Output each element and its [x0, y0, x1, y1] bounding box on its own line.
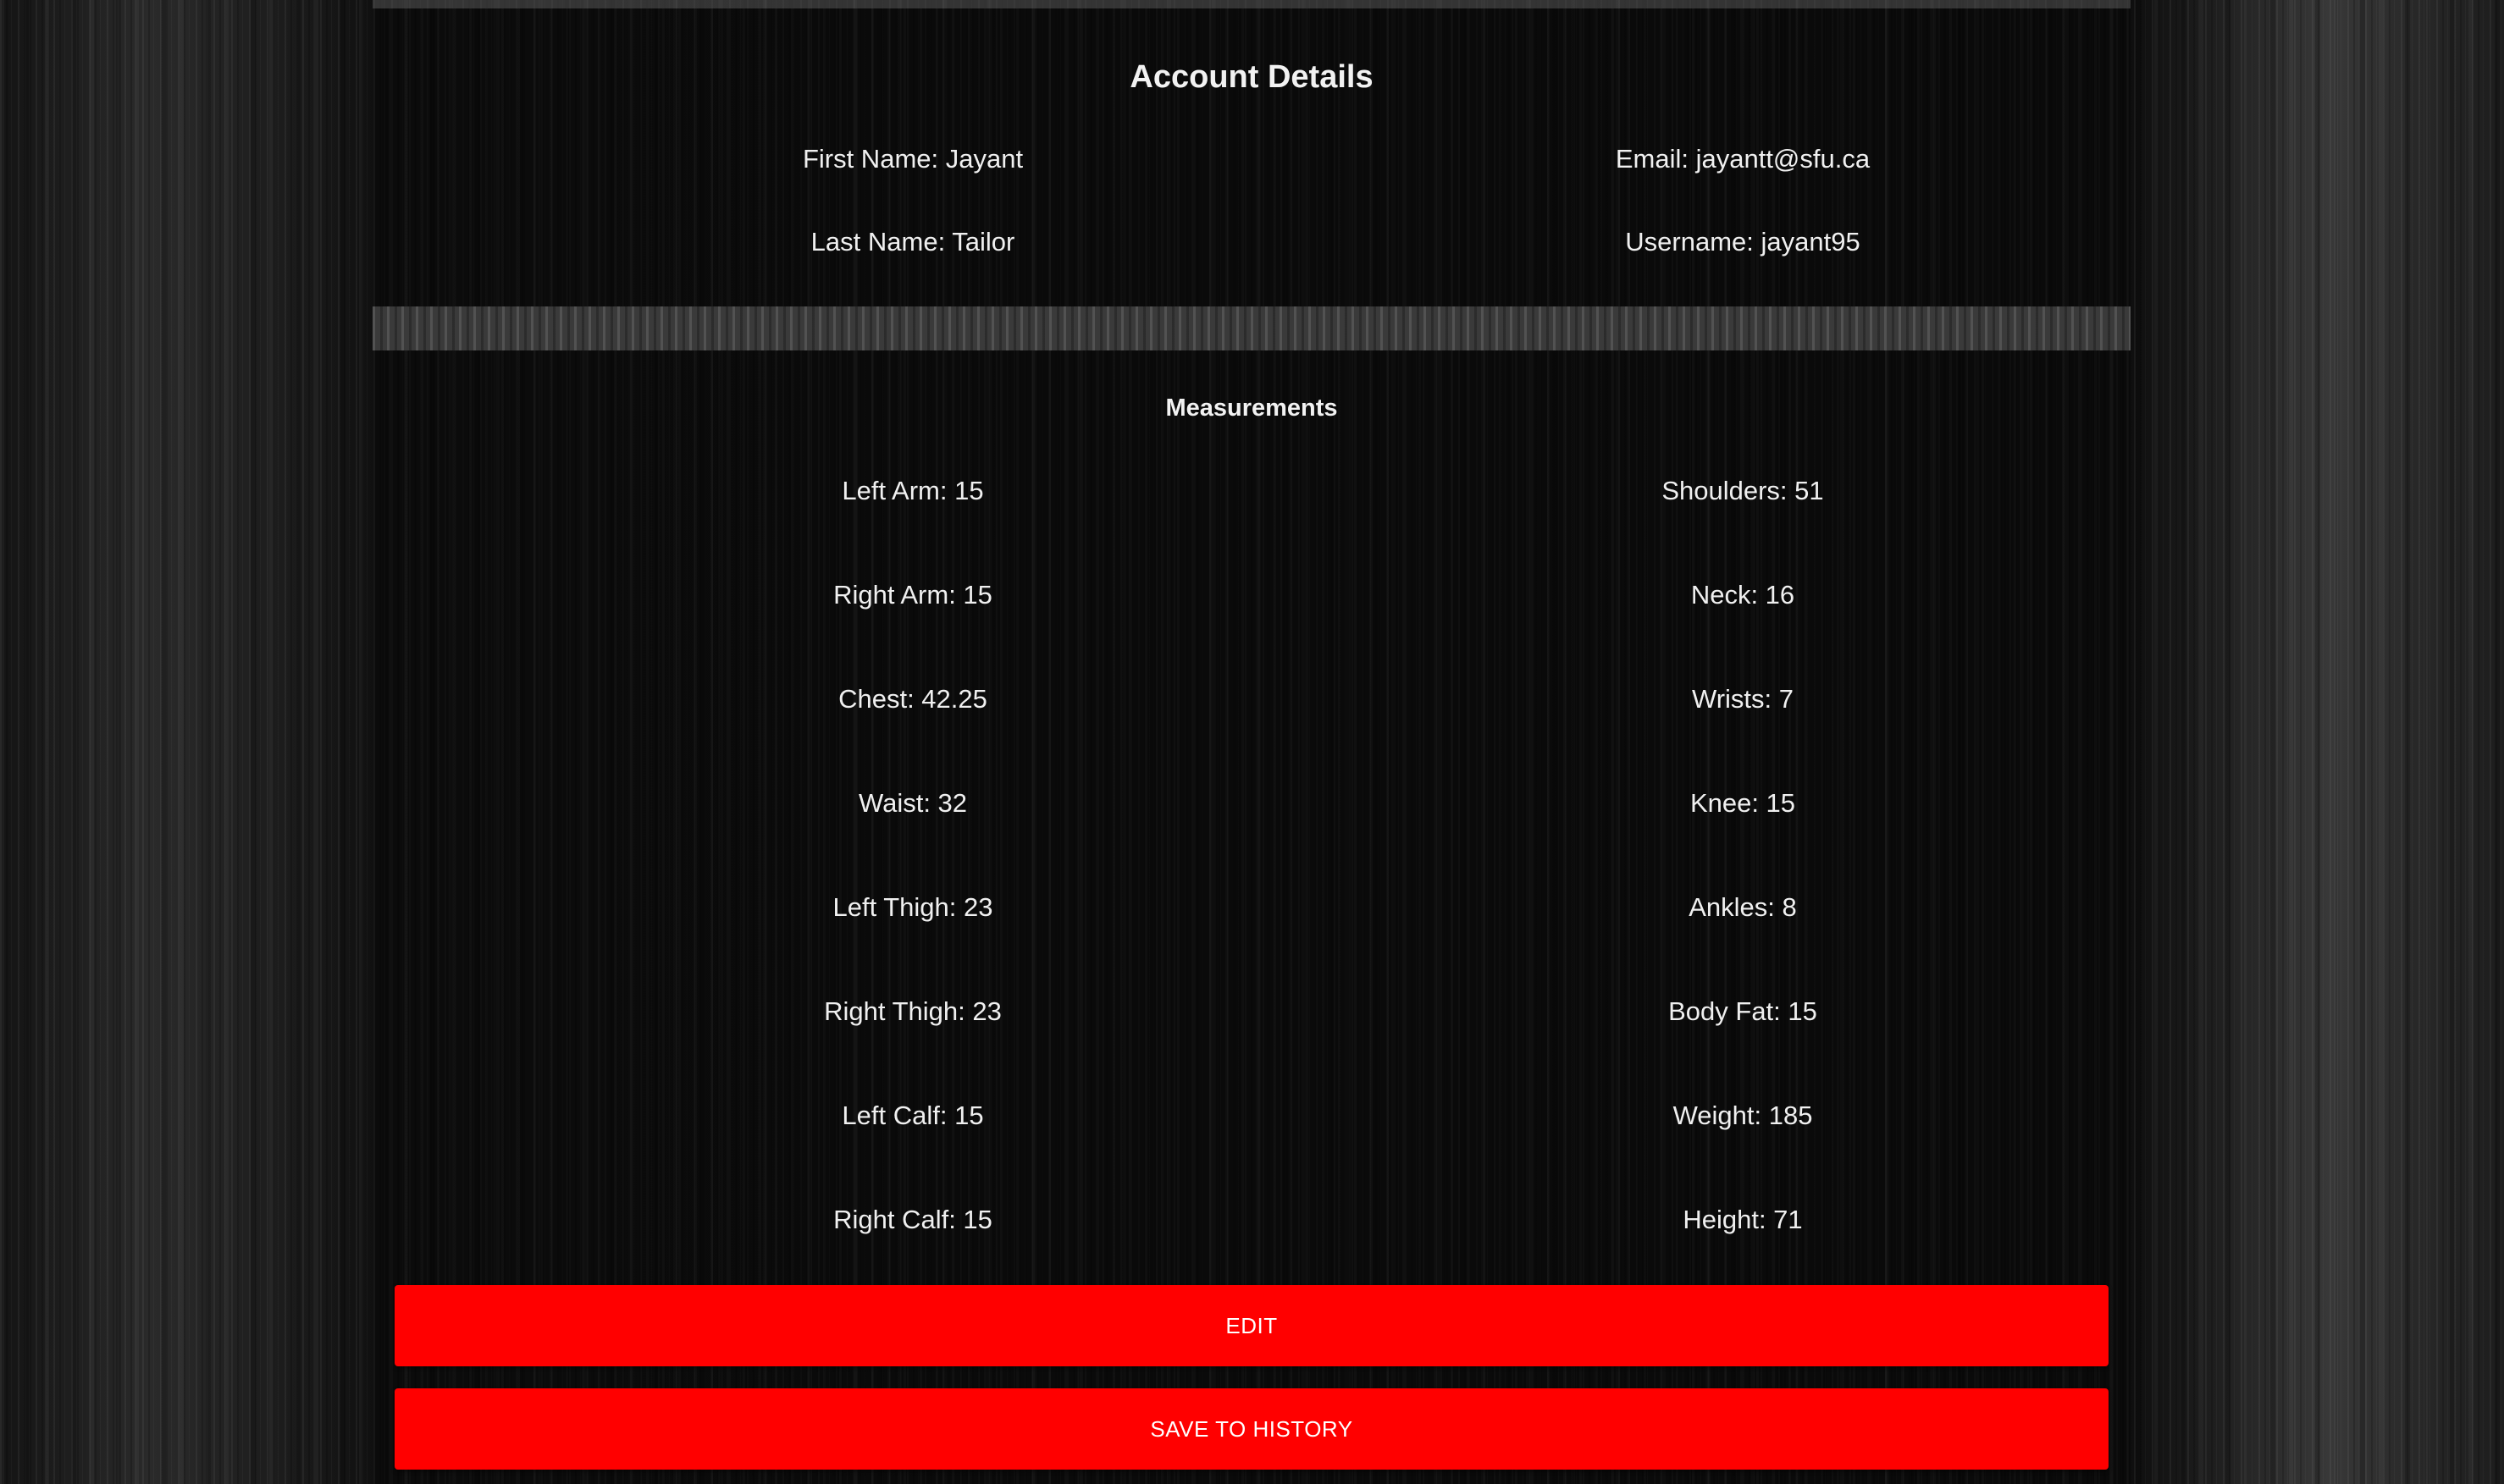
measurement-chest: Chest: 42.25	[838, 684, 987, 714]
username-field: Username: jayant95	[1625, 227, 1860, 257]
measurement-height: Height: 71	[1683, 1205, 1803, 1234]
measurement-weight: Weight: 185	[1672, 1101, 1813, 1130]
measurement-left-arm: Left Arm: 15	[842, 476, 984, 505]
measurements-title: Measurements	[1165, 394, 1338, 422]
account-details-title: Account Details	[1130, 59, 1374, 95]
measurement-neck: Neck: 16	[1690, 580, 1795, 610]
measurement-left-thigh: Left Thigh: 23	[832, 892, 993, 922]
measurement-wrists: Wrists: 7	[1692, 684, 1794, 714]
measurement-waist: Waist: 32	[858, 788, 968, 818]
measurement-right-calf: Right Calf: 15	[833, 1205, 992, 1234]
email-field: Email: jayantt@sfu.ca	[1615, 144, 1871, 174]
measurement-right-arm: Right Arm: 15	[833, 580, 992, 610]
edit-button[interactable]: EDIT	[395, 1285, 2109, 1366]
measurement-body-fat: Body Fat: 15	[1668, 996, 1817, 1026]
section-divider	[373, 306, 2131, 350]
measurement-ankles: Ankles: 8	[1689, 892, 1797, 922]
measurement-knee: Knee: 15	[1689, 788, 1796, 818]
save-to-history-button[interactable]: SAVE TO HISTORY	[395, 1388, 2109, 1470]
account-details-panel: Account Details First Name: Jayant Email…	[373, 0, 2131, 306]
last-name-field: Last Name: Tailor	[810, 227, 1015, 257]
measurement-shoulders: Shoulders: 51	[1661, 476, 1824, 505]
measurement-right-thigh: Right Thigh: 23	[824, 996, 1002, 1026]
first-name-field: First Name: Jayant	[802, 144, 1024, 174]
measurement-left-calf: Left Calf: 15	[842, 1101, 984, 1130]
